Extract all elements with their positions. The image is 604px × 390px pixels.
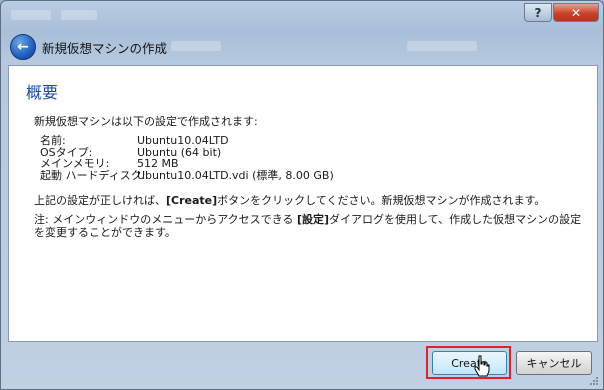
dialog-title: 新規仮想マシンの作成 xyxy=(42,41,168,56)
background-ghost-text xyxy=(11,10,51,20)
create-button[interactable]: Create xyxy=(432,351,507,375)
background-ghost-text xyxy=(171,41,221,51)
summary-row: メインメモリ: 512 MB xyxy=(40,158,334,170)
help-icon: ? xyxy=(534,5,542,20)
summary-value: Ubuntu10.04LTD xyxy=(137,134,229,147)
summary-label: 名前: xyxy=(40,134,66,147)
summary-value: Ubuntu10.04LTD.vdi (標準, 8.00 GB) xyxy=(137,168,334,182)
summary-label: 起動 ハードディスク: xyxy=(40,168,146,182)
hand-pointer-icon xyxy=(474,355,490,377)
summary-row: 起動 ハードディスク: Ubuntu10.04LTD.vdi (標準, 8.00… xyxy=(40,168,334,182)
background-ghost-text xyxy=(407,41,477,51)
page-heading: 概要 xyxy=(26,83,59,102)
wizard-window: ? ✕ ← 新規仮想マシンの作成 概要 新規仮想マシンは以下の設定で作成されます… xyxy=(0,0,604,390)
confirm-text: 上記の設定が正しければ、[Create]ボタンをクリックしてください。新規仮想マ… xyxy=(34,192,545,208)
summary-label: メインメモリ: xyxy=(40,157,110,170)
close-button[interactable]: ✕ xyxy=(553,3,599,22)
title-bar[interactable]: ? ✕ xyxy=(1,1,603,29)
resize-grip-icon[interactable] xyxy=(589,376,599,386)
wizard-header: ← 新規仮想マシンの作成 xyxy=(1,29,603,65)
button-bar: Create キャンセル xyxy=(1,341,603,389)
close-icon: ✕ xyxy=(570,5,582,20)
background-ghost-text xyxy=(61,10,97,20)
cancel-button[interactable]: キャンセル xyxy=(516,351,592,375)
content-panel: 概要 新規仮想マシンは以下の設定で作成されます: 名前: Ubuntu10.04… xyxy=(8,65,598,342)
summary-value: 512 MB xyxy=(137,157,179,170)
help-button[interactable]: ? xyxy=(524,3,552,22)
summary-row: 名前: Ubuntu10.04LTD xyxy=(40,135,334,147)
summary-list: 名前: Ubuntu10.04LTD OSタイプ: Ubuntu (64 bit… xyxy=(40,135,334,181)
confirm-text-pre: 上記の設定が正しければ、 xyxy=(34,194,166,207)
intro-text: 新規仮想マシンは以下の設定で作成されます: xyxy=(34,115,258,128)
confirm-text-bold: [Create] xyxy=(166,194,218,207)
confirm-text-post: ボタンをクリックしてください。新規仮想マシンが作成されます。 xyxy=(217,194,546,207)
back-arrow-icon: ← xyxy=(17,39,29,55)
note-text-pre: 注: メインウィンドウのメニューからアクセスできる xyxy=(34,213,297,226)
note-text-bold: [設定] xyxy=(296,213,329,226)
note-text: 注: メインウィンドウのメニューからアクセスできる [設定]ダイアログを使用して… xyxy=(34,213,586,239)
back-button[interactable]: ← xyxy=(10,34,36,60)
